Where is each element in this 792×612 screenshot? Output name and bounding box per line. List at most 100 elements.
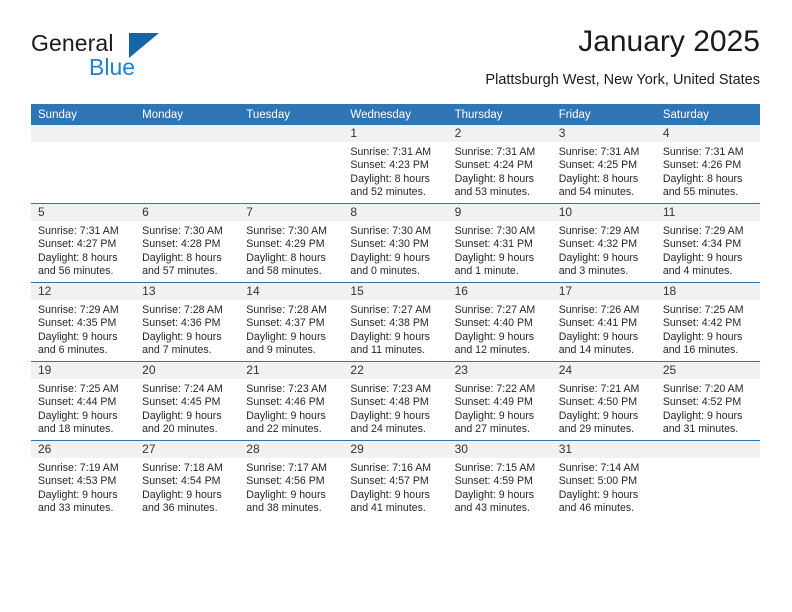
sunset-text: Sunset: 4:50 PM bbox=[558, 396, 638, 409]
calendar-day-cell[interactable]: 23 Sunrise: 7:22 AM Sunset: 4:49 PM Dayligh… bbox=[447, 361, 552, 441]
calendar-day-cell[interactable]: 11 Sunrise: 7:29 AM Sunset: 4:34 PM Dayligh… bbox=[655, 203, 760, 283]
calendar-day-cell[interactable]: 22 Sunrise: 7:23 AM Sunset: 4:48 PM Dayligh… bbox=[343, 361, 448, 441]
calendar-day-cell[interactable]: 21 Sunrise: 7:23 AM Sunset: 4:46 PM Dayligh… bbox=[239, 361, 344, 441]
sunset-text: Sunset: 4:27 PM bbox=[38, 238, 117, 251]
day-cell-inner: 28 Sunrise: 7:17 AM Sunset: 4:56 PM Dayligh… bbox=[239, 441, 344, 519]
calendar-day-cell[interactable]: 10 Sunrise: 7:29 AM Sunset: 4:32 PM Dayligh… bbox=[551, 203, 656, 283]
calendar-day-cell[interactable]: 26 Sunrise: 7:19 AM Sunset: 4:53 PM Dayligh… bbox=[31, 440, 136, 519]
sunrise-sunset-calendar: Sunday Monday Tuesday Wednesday Thursday… bbox=[31, 104, 760, 519]
day-number: 30 bbox=[447, 441, 552, 458]
daylight-text-line2: and 43 minutes. bbox=[454, 502, 530, 515]
calendar-day-cell[interactable]: 14 Sunrise: 7:28 AM Sunset: 4:37 PM Dayligh… bbox=[239, 282, 344, 362]
day-cell-inner: 29 Sunrise: 7:16 AM Sunset: 4:57 PM Dayligh… bbox=[343, 441, 448, 519]
day-number: 5 bbox=[31, 204, 136, 221]
day-details: Sunrise: 7:28 AM Sunset: 4:36 PM Daylight:… bbox=[135, 300, 239, 358]
day-number: 23 bbox=[447, 362, 552, 379]
day-number: 15 bbox=[343, 283, 448, 300]
calendar-day-cell[interactable]: 6 Sunrise: 7:30 AM Sunset: 4:28 PM Daylight… bbox=[135, 203, 240, 283]
day-cell-inner: 22 Sunrise: 7:23 AM Sunset: 4:48 PM Dayligh… bbox=[343, 362, 448, 440]
daylight-text-line2: and 56 minutes. bbox=[38, 265, 114, 278]
calendar-week-row: 26 Sunrise: 7:19 AM Sunset: 4:53 PM Dayligh… bbox=[31, 440, 760, 519]
calendar-day-cell[interactable]: 28 Sunrise: 7:17 AM Sunset: 4:56 PM Dayligh… bbox=[239, 440, 344, 519]
sunrise-text: Sunrise: 7:19 AM bbox=[38, 462, 119, 474]
daylight-text-line1: Daylight: 9 hours bbox=[142, 330, 222, 343]
day-details: Sunrise: 7:18 AM Sunset: 4:54 PM Daylight:… bbox=[135, 458, 239, 516]
daylight-text-line2: and 4 minutes. bbox=[662, 265, 733, 278]
day-details: Sunrise: 7:30 AM Sunset: 4:31 PM Daylight:… bbox=[448, 221, 552, 279]
day-details: Sunrise: 7:25 AM Sunset: 4:44 PM Daylight:… bbox=[31, 379, 135, 437]
day-number bbox=[31, 125, 136, 142]
calendar-day-cell[interactable]: 16 Sunrise: 7:27 AM Sunset: 4:40 PM Dayligh… bbox=[447, 282, 552, 362]
day-cell-inner: 20 Sunrise: 7:24 AM Sunset: 4:45 PM Dayligh… bbox=[135, 362, 240, 440]
day-details: Sunrise: 7:29 AM Sunset: 4:35 PM Daylight:… bbox=[31, 300, 135, 358]
sunrise-text: Sunrise: 7:27 AM bbox=[454, 304, 536, 316]
calendar-day-cell[interactable]: 12 Sunrise: 7:29 AM Sunset: 4:35 PM Dayligh… bbox=[31, 282, 136, 362]
day-details: Sunrise: 7:26 AM Sunset: 4:41 PM Daylight:… bbox=[552, 300, 656, 358]
calendar-day-cell[interactable]: 29 Sunrise: 7:16 AM Sunset: 4:57 PM Dayligh… bbox=[343, 440, 448, 519]
daylight-text-line1: Daylight: 9 hours bbox=[454, 488, 535, 501]
calendar-cell-empty bbox=[655, 440, 760, 519]
calendar-day-cell[interactable]: 24 Sunrise: 7:21 AM Sunset: 4:50 PM Dayligh… bbox=[551, 361, 656, 441]
daylight-text-line1: Daylight: 9 hours bbox=[38, 409, 118, 422]
calendar-day-cell[interactable]: 17 Sunrise: 7:26 AM Sunset: 4:41 PM Dayligh… bbox=[551, 282, 656, 362]
sunset-text: Sunset: 4:44 PM bbox=[38, 396, 117, 409]
day-details: Sunrise: 7:31 AM Sunset: 4:27 PM Daylight:… bbox=[31, 221, 135, 279]
sunrise-text: Sunrise: 7:25 AM bbox=[38, 383, 119, 395]
calendar-day-cell[interactable]: 19 Sunrise: 7:25 AM Sunset: 4:44 PM Dayligh… bbox=[31, 361, 136, 441]
sunset-text: Sunset: 4:28 PM bbox=[142, 238, 221, 251]
calendar-day-cell[interactable]: 31 Sunrise: 7:14 AM Sunset: 5:00 PM Dayligh… bbox=[551, 440, 656, 519]
day-details: Sunrise: 7:31 AM Sunset: 4:23 PM Daylight:… bbox=[343, 142, 447, 200]
sunrise-text: Sunrise: 7:29 AM bbox=[38, 304, 119, 316]
day-cell-inner: 18 Sunrise: 7:25 AM Sunset: 4:42 PM Dayligh… bbox=[655, 283, 760, 361]
calendar-day-cell[interactable]: 25 Sunrise: 7:20 AM Sunset: 4:52 PM Dayligh… bbox=[655, 361, 760, 441]
sunset-text: Sunset: 4:46 PM bbox=[246, 396, 325, 409]
calendar-day-cell[interactable]: 1 Sunrise: 7:31 AM Sunset: 4:23 PM Daylight… bbox=[343, 125, 448, 204]
general-blue-logo[interactable]: General Blue bbox=[31, 30, 211, 84]
daylight-text-line1: Daylight: 9 hours bbox=[558, 330, 639, 343]
calendar-day-cell[interactable]: 4 Sunrise: 7:31 AM Sunset: 4:26 PM Daylight… bbox=[655, 125, 760, 204]
day-number: 21 bbox=[239, 362, 344, 379]
day-cell-inner: 3 Sunrise: 7:31 AM Sunset: 4:25 PM Daylight… bbox=[551, 125, 656, 203]
day-number: 13 bbox=[135, 283, 240, 300]
calendar-day-cell[interactable]: 8 Sunrise: 7:30 AM Sunset: 4:30 PM Daylight… bbox=[343, 203, 448, 283]
calendar-day-cell[interactable]: 9 Sunrise: 7:30 AM Sunset: 4:31 PM Daylight… bbox=[447, 203, 552, 283]
sunset-text: Sunset: 4:25 PM bbox=[558, 159, 638, 172]
calendar-week-row: 19 Sunrise: 7:25 AM Sunset: 4:44 PM Dayligh… bbox=[31, 361, 760, 441]
calendar-day-cell[interactable]: 13 Sunrise: 7:28 AM Sunset: 4:36 PM Dayligh… bbox=[135, 282, 240, 362]
day-details: Sunrise: 7:31 AM Sunset: 4:24 PM Daylight:… bbox=[448, 142, 552, 200]
location-subtitle: Plattsburgh West, New York, United State… bbox=[485, 72, 760, 88]
sunset-text: Sunset: 4:31 PM bbox=[454, 238, 533, 251]
sunset-text: Sunset: 4:37 PM bbox=[246, 317, 325, 330]
day-details: Sunrise: 7:30 AM Sunset: 4:29 PM Daylight:… bbox=[239, 221, 343, 279]
daylight-text-line1: Daylight: 9 hours bbox=[454, 409, 535, 422]
day-number: 16 bbox=[447, 283, 552, 300]
sunset-text: Sunset: 4:40 PM bbox=[454, 317, 533, 330]
day-cell-inner: 16 Sunrise: 7:27 AM Sunset: 4:40 PM Dayligh… bbox=[447, 283, 552, 361]
calendar-day-cell[interactable]: 2 Sunrise: 7:31 AM Sunset: 4:24 PM Daylight… bbox=[447, 125, 552, 204]
day-number: 28 bbox=[239, 441, 344, 458]
sunrise-text: Sunrise: 7:20 AM bbox=[662, 383, 744, 395]
day-cell-inner: 14 Sunrise: 7:28 AM Sunset: 4:37 PM Dayligh… bbox=[239, 283, 344, 361]
calendar-day-cell[interactable]: 27 Sunrise: 7:18 AM Sunset: 4:54 PM Dayligh… bbox=[135, 440, 240, 519]
sunset-text: Sunset: 4:38 PM bbox=[350, 317, 429, 330]
daylight-text-line1: Daylight: 9 hours bbox=[454, 330, 535, 343]
calendar-day-cell[interactable]: 7 Sunrise: 7:30 AM Sunset: 4:29 PM Daylight… bbox=[239, 203, 344, 283]
sunrise-text: Sunrise: 7:24 AM bbox=[142, 383, 223, 395]
calendar-day-cell[interactable]: 15 Sunrise: 7:27 AM Sunset: 4:38 PM Dayligh… bbox=[343, 282, 448, 362]
calendar-day-cell[interactable]: 5 Sunrise: 7:31 AM Sunset: 4:27 PM Daylight… bbox=[31, 203, 136, 283]
calendar-day-cell[interactable]: 3 Sunrise: 7:31 AM Sunset: 4:25 PM Daylight… bbox=[551, 125, 656, 204]
sunrise-text: Sunrise: 7:17 AM bbox=[246, 462, 327, 474]
day-details: Sunrise: 7:21 AM Sunset: 4:50 PM Daylight:… bbox=[552, 379, 656, 437]
calendar-day-cell[interactable]: 18 Sunrise: 7:25 AM Sunset: 4:42 PM Dayligh… bbox=[655, 282, 760, 362]
daylight-text-line2: and 54 minutes. bbox=[558, 186, 635, 199]
daylight-text-line2: and 33 minutes. bbox=[38, 502, 114, 515]
sunset-text: Sunset: 4:54 PM bbox=[142, 475, 221, 488]
sunrise-text: Sunrise: 7:30 AM bbox=[142, 225, 223, 237]
day-number: 8 bbox=[343, 204, 448, 221]
daylight-text-line1: Daylight: 9 hours bbox=[350, 409, 430, 422]
calendar-day-cell[interactable]: 30 Sunrise: 7:15 AM Sunset: 4:59 PM Dayligh… bbox=[447, 440, 552, 519]
calendar-day-cell[interactable]: 20 Sunrise: 7:24 AM Sunset: 4:45 PM Dayligh… bbox=[135, 361, 240, 441]
sunrise-text: Sunrise: 7:22 AM bbox=[454, 383, 536, 395]
day-details: Sunrise: 7:29 AM Sunset: 4:32 PM Daylight:… bbox=[552, 221, 656, 279]
daylight-text-line2: and 53 minutes. bbox=[454, 186, 530, 199]
